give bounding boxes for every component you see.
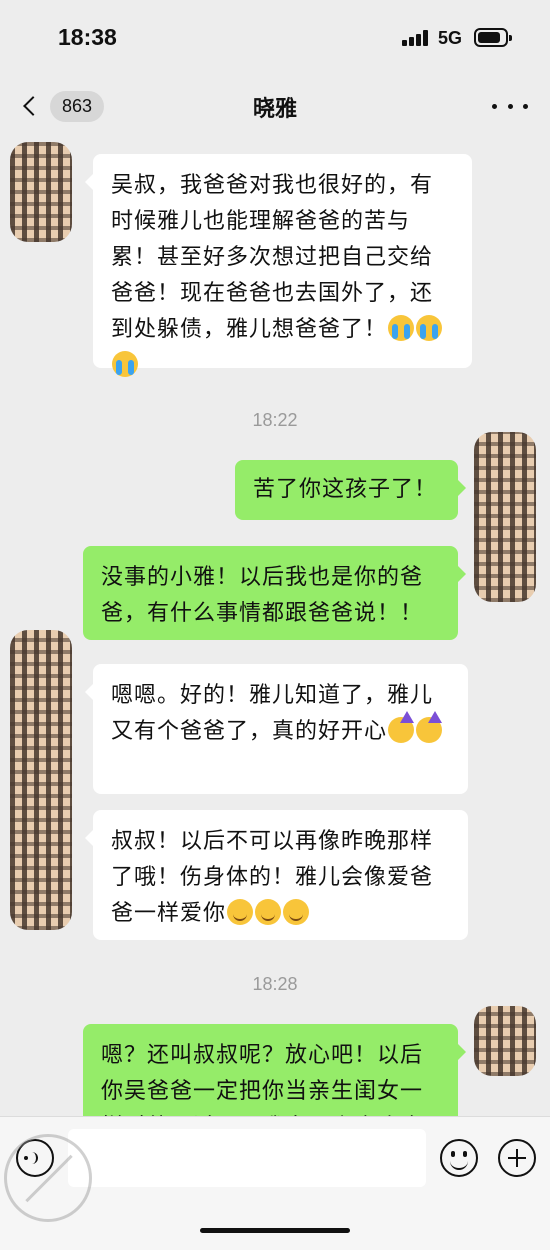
smile-emoji [283, 899, 310, 925]
more-options-button[interactable] [492, 94, 528, 118]
message-bubble-left[interactable]: 叔叔！以后不可以再像昨晚那样了哦！伤身体的！雅儿会像爱爸爸一样爱你 [85, 810, 468, 940]
message-text: 苦了你这孩子了！ [253, 477, 438, 502]
timestamp: 18:22 [252, 410, 298, 430]
add-more-button[interactable] [498, 1139, 536, 1177]
message-bubble-right[interactable]: 嗯？还叫叔叔呢？放心吧！以后你吴爸爸一定把你当亲生闺女一样对待，过两天我家那小魔… [83, 1024, 466, 1116]
smile-emoji [255, 899, 282, 925]
my-avatar[interactable] [474, 1006, 536, 1076]
more-icon [492, 103, 497, 109]
cry-emoji [112, 351, 138, 377]
back-button[interactable]: 863 [18, 86, 108, 126]
message-bubble-left[interactable]: 吴叔，我爸爸对我也很好的，有时候雅儿也能理解爸爸的苦与累！甚至好多次想过把自己交… [85, 154, 472, 377]
message-bubble-right[interactable]: 苦了你这孩子了！ [235, 460, 466, 520]
emoji-button[interactable] [440, 1139, 478, 1177]
message-text: 嗯？还叫叔叔呢？放心吧！以后你吴爸爸一定把你当亲生闺女一样对待，过两天我家那小魔… [101, 1043, 424, 1116]
message-text: 吴叔，我爸爸对我也很好的，有时候雅儿也能理解爸爸的苦与累！甚至好多次想过把自己交… [111, 173, 434, 342]
home-indicator [200, 1228, 350, 1233]
message-bubble-left[interactable]: 嗯嗯。好的！雅儿知道了，雅儿又有个爸爸了，真的好开心 [85, 664, 468, 794]
cry-emoji [388, 315, 415, 341]
message-text: 嗯嗯。好的！雅儿知道了，雅儿又有个爸爸了，真的好开心 [111, 683, 434, 744]
cry-emoji [416, 315, 443, 341]
battery-icon [474, 28, 512, 47]
contact-avatar[interactable] [10, 630, 72, 930]
unread-count-badge: 863 [50, 90, 105, 122]
watermark-logo [4, 1134, 92, 1222]
status-bar: 18:38 5G [0, 0, 550, 78]
chevron-left-icon [23, 96, 43, 116]
signal-icon [402, 30, 432, 46]
party-emoji [388, 711, 415, 743]
chat-header: 863 晓雅 [0, 78, 550, 134]
smile-emoji [227, 899, 254, 925]
message-input[interactable] [68, 1129, 426, 1187]
timestamp: 18:28 [252, 974, 298, 994]
chat-area[interactable]: 吴叔，我爸爸对我也很好的，有时候雅儿也能理解爸爸的苦与累！甚至好多次想过把自己交… [0, 134, 550, 1116]
message-text: 没事的小雅！以后我也是你的爸爸，有什么事情都跟爸爸说！！ [101, 565, 424, 626]
contact-avatar[interactable] [10, 142, 72, 242]
status-time: 18:38 [58, 24, 117, 50]
my-avatar[interactable] [474, 432, 536, 602]
message-bubble-right[interactable]: 没事的小雅！以后我也是你的爸爸，有什么事情都跟爸爸说！！ [83, 546, 466, 640]
party-emoji [416, 711, 443, 743]
network-label: 5G [438, 28, 463, 48]
